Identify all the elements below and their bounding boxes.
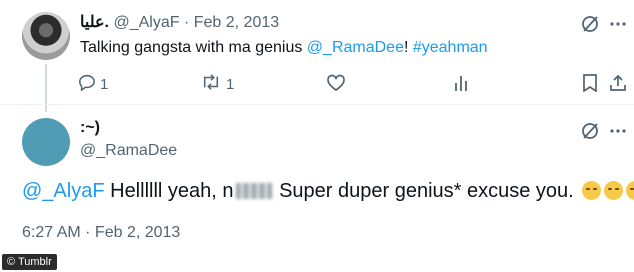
share-icon[interactable] (608, 73, 628, 93)
smirk-emoji (604, 181, 624, 200)
tweet-text-part: Talking gangsta with ma genius (80, 39, 307, 56)
reply-count: 1 (100, 76, 109, 93)
retweet-icon (200, 73, 222, 96)
tweet-text-part: ! (403, 39, 413, 56)
tweet-text-part: Hellllll yeah, n (104, 180, 234, 202)
grok-icon[interactable] (580, 121, 600, 141)
watermark: © Tumblr (2, 254, 57, 270)
censored-text (235, 183, 272, 199)
mention-link[interactable]: @_AlyaF (22, 180, 105, 202)
handle[interactable]: @_AlyaF (113, 14, 179, 31)
like-icon[interactable] (326, 73, 346, 93)
views-icon[interactable] (452, 73, 472, 93)
smirk-emoji (626, 181, 634, 200)
tweet-date[interactable]: Feb 2, 2013 (194, 14, 279, 31)
reply-button[interactable]: 1 (78, 73, 108, 96)
display-name[interactable]: :~) (80, 119, 100, 137)
tweet-text-part: Super duper genius* excuse you. (273, 180, 574, 202)
avatar[interactable] (22, 118, 70, 166)
retweet-count: 1 (226, 76, 235, 93)
separator: · (183, 14, 190, 31)
mention-link[interactable]: @_RamaDee (307, 39, 404, 56)
bookmark-icon[interactable] (580, 73, 600, 93)
tweet-timestamp[interactable]: 6:27 AM · Feb 2, 2013 (22, 224, 180, 242)
smirk-emoji (582, 181, 602, 200)
tweet-text: @_AlyaF Hellllll yeah, n Super duper gen… (22, 180, 634, 203)
more-icon[interactable] (608, 14, 628, 34)
reply-icon (78, 73, 96, 96)
handle[interactable]: @_RamaDee (80, 142, 177, 160)
divider (0, 104, 634, 105)
grok-icon[interactable] (580, 14, 600, 34)
avatar[interactable] (22, 12, 70, 60)
more-icon[interactable] (608, 121, 628, 141)
retweet-button[interactable]: 1 (200, 73, 234, 96)
tweet-header: عليا. @_AlyaF · Feb 2, 2013 (80, 12, 279, 32)
tweet-text: Talking gangsta with ma genius @_RamaDee… (80, 39, 488, 57)
hashtag-link[interactable]: #yeahman (413, 39, 488, 56)
display-name[interactable]: عليا. (80, 14, 109, 31)
